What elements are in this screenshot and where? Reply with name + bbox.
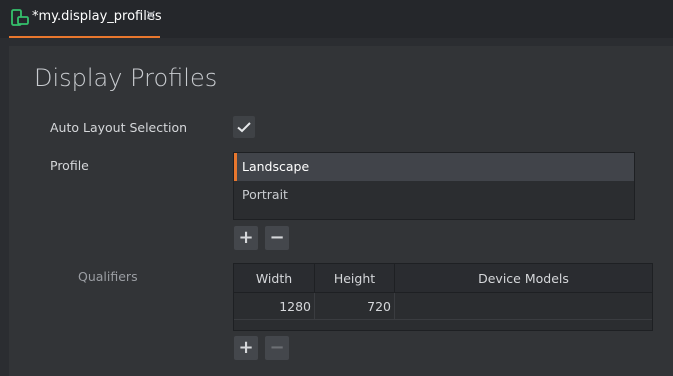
tab-title: *my.display_profiles [32,9,162,24]
checkmark-icon [237,122,251,133]
tab-active-indicator [9,36,160,38]
remove-profile-button[interactable]: − [265,226,289,250]
tab-display-profiles[interactable]: *my.display_profiles ✕ [9,0,162,38]
column-header-width[interactable]: Width [234,264,315,293]
add-qualifier-button[interactable]: + [234,336,258,360]
profile-item-portrait[interactable]: Portrait [234,181,634,209]
auto-layout-checkbox[interactable] [233,116,255,138]
profile-item-label: Portrait [242,187,288,202]
profile-item-landscape[interactable]: Landscape [234,153,634,181]
page-title: Display Profiles [34,64,218,92]
cell-height[interactable]: 720 [315,293,395,319]
close-icon[interactable]: ✕ [145,8,157,24]
add-profile-button[interactable]: + [234,226,258,250]
display-profiles-icon [11,9,29,27]
column-header-device-models[interactable]: Device Models [395,264,652,293]
qualifiers-table: Width Height Device Models 1280 720 [233,263,653,331]
column-header-height[interactable]: Height [315,264,395,293]
qualifiers-label: Qualifiers [78,269,138,284]
profile-label: Profile [50,158,89,173]
remove-qualifier-button[interactable]: − [265,336,289,360]
auto-layout-label: Auto Layout Selection [50,120,188,135]
tab-bar: *my.display_profiles ✕ [0,0,673,38]
cell-width[interactable]: 1280 [234,293,315,319]
cell-device-models[interactable] [395,293,652,319]
profile-list: Landscape Portrait [233,152,635,220]
row-divider [234,319,652,320]
profile-item-label: Landscape [242,159,310,174]
